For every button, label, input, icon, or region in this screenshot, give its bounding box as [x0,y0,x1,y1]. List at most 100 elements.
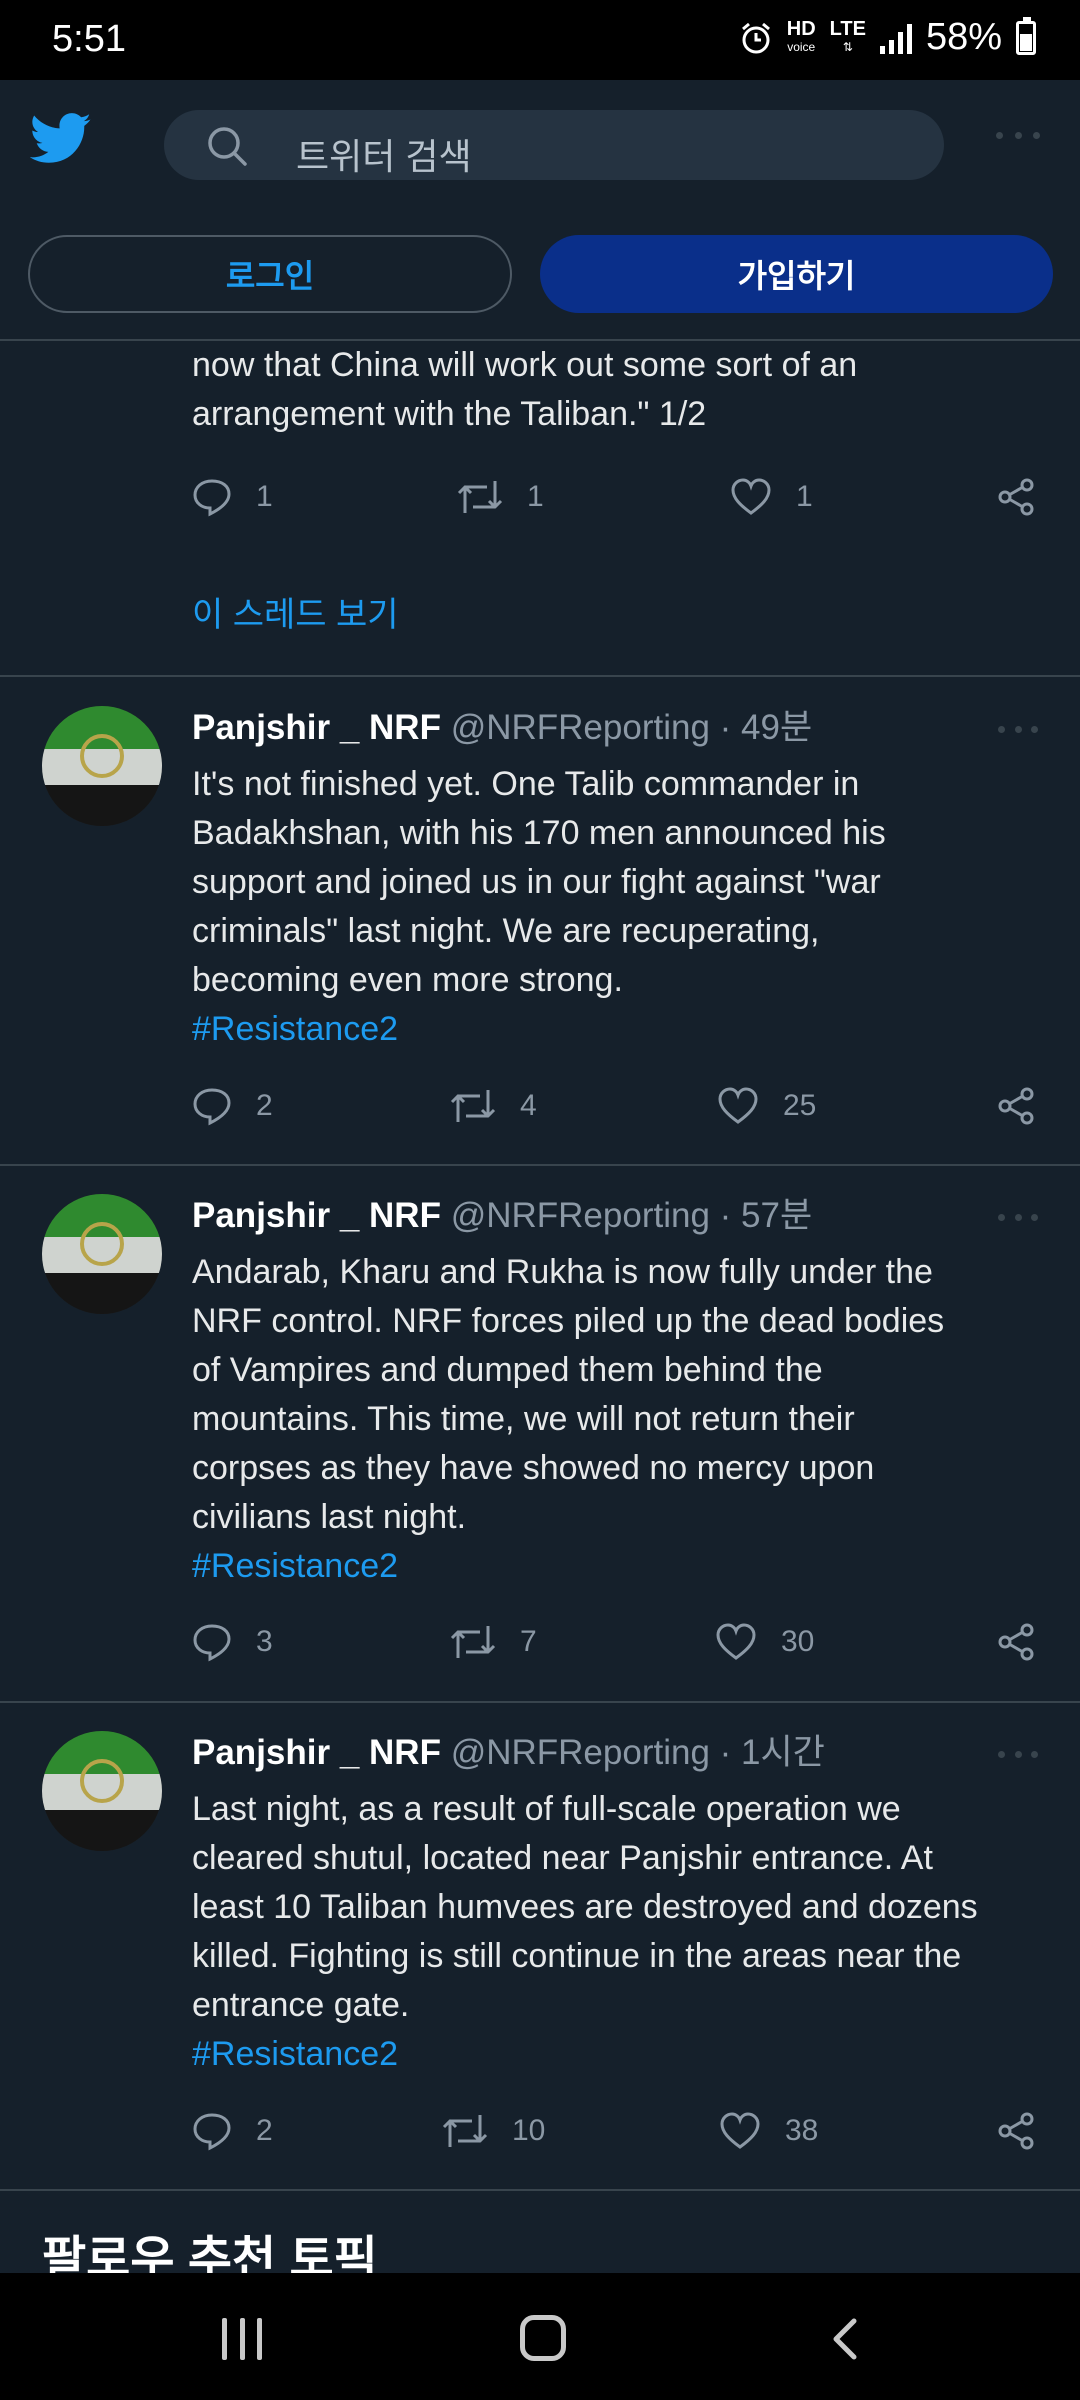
back-icon[interactable] [830,2317,860,2361]
author-name[interactable]: Panjshir _ NRF [192,708,441,747]
tweet-divider [0,1701,1080,1703]
share-button[interactable] [996,2111,1036,2151]
hashtag-link[interactable]: #Resistance2 [192,1005,1062,1054]
like-button[interactable]: 38 [719,2111,818,2151]
tweet-actions: 1 1 1 [192,477,1042,527]
author-handle[interactable]: @NRFReporting [451,1196,710,1235]
reply-count: 2 [256,1089,273,1122]
hashtag-link[interactable]: #Resistance2 [192,2030,1062,2079]
tweet-actions: 2 4 25 [192,1086,1042,1136]
tweet-body: It's not finished yet. One Talib command… [192,760,1062,1054]
tweet-text-line: Last night, as a result of full-scale op… [192,1790,901,1828]
author-name[interactable]: Panjshir _ NRF [192,1196,441,1235]
heart-icon [720,2112,760,2149]
tweet-actions: 3 7 30 [192,1622,1042,1672]
more-icon[interactable] [998,726,1038,733]
more-icon[interactable] [998,1751,1038,1758]
share-button[interactable] [996,1086,1036,1126]
top-header: 트위터 검색 로그인 가입하기 [0,80,1080,340]
continued-tweet-text[interactable]: now that China will work out some sort o… [192,341,1052,439]
tweet-text-line: criminals" last night. We are recuperati… [192,912,820,950]
status-bar: 5:51 HD voice LTE ⇅ 58% [0,0,1080,80]
reply-button[interactable]: 3 [192,1622,273,1662]
tweet[interactable]: Panjshir _ NRF @NRFReporting · 1시간 Last … [0,1731,1080,2191]
login-button[interactable]: 로그인 [28,235,512,313]
emblem-icon [80,1222,124,1266]
share-button[interactable] [996,1622,1036,1662]
emblem-icon [80,734,124,778]
retweet-button[interactable]: 4 [450,1086,537,1126]
tweet-text-line: becoming even more strong. [192,961,623,999]
like-button[interactable]: 25 [717,1086,816,1126]
like-count: 30 [781,1625,815,1658]
tweet-text-line: Badakhshan, with his 170 men announced h… [192,814,886,852]
battery-percent: 58% [925,16,1002,58]
tweet[interactable]: Panjshir _ NRF @NRFReporting · 57분 Andar… [0,1194,1080,1704]
reply-count: 1 [256,480,273,513]
hashtag-link[interactable]: #Resistance2 [192,1542,1062,1591]
retweet-icon [450,1626,496,1658]
like-button[interactable]: 30 [715,1622,814,1662]
avatar[interactable] [42,1731,162,1851]
search-icon [208,127,247,166]
lte-label: LTE [829,17,866,40]
topics-heading: 팔로우 추천 토픽 [42,2233,378,2273]
status-icons: HD voice LTE ⇅ 58% [739,16,1036,59]
heart-icon [716,1623,756,1660]
reply-icon [193,1088,231,1126]
lte-indicator: LTE ⇅ [829,17,866,56]
tweet-body: Andarab, Kharu and Rukha is now fully un… [192,1248,1062,1591]
retweet-icon [457,481,503,513]
share-icon [998,2112,1034,2150]
share-icon [998,1623,1034,1661]
avatar[interactable] [42,1194,162,1314]
reply-button[interactable]: 2 [192,2111,273,2151]
author-handle[interactable]: @NRFReporting [451,1733,710,1772]
recent-apps-icon[interactable] [222,2318,262,2360]
tweet-time: · 57분 [709,1196,813,1235]
reply-icon [193,1624,231,1662]
retweet-icon [442,2115,488,2147]
twitter-bird-icon[interactable] [30,113,92,165]
tweet-header: Panjshir _ NRF @NRFReporting · 57분 [192,1194,812,1238]
tweet-text-line: civilians last night. [192,1498,467,1536]
tweet-text-line: mountains. This time, we will not return… [192,1400,855,1438]
reply-icon [193,479,231,517]
tweet[interactable]: Panjshir _ NRF @NRFReporting · 49분 It's … [0,706,1080,1166]
author-name[interactable]: Panjshir _ NRF [192,1733,441,1772]
author-handle[interactable]: @NRFReporting [451,708,710,747]
system-nav-bar [0,2273,1080,2400]
tweet-header: Panjshir _ NRF @NRFReporting · 49분 [192,706,812,750]
search-placeholder: 트위터 검색 [296,136,472,177]
avatar[interactable] [42,706,162,826]
signup-button[interactable]: 가입하기 [540,235,1053,313]
reply-button[interactable]: 1 [192,477,273,517]
signal-icon [879,22,912,54]
tweet-text-line: corpses as they have showed no mercy upo… [192,1449,875,1487]
hd-voice-indicator: HD voice [787,19,816,56]
share-icon [998,478,1034,516]
more-icon[interactable] [998,1214,1038,1221]
tweet-header: Panjshir _ NRF @NRFReporting · 1시간 [192,1731,825,1775]
tweet-body: Last night, as a result of full-scale op… [192,1785,1062,2079]
emblem-icon [80,1759,124,1803]
like-button[interactable]: 1 [730,477,813,517]
retweet-button[interactable]: 7 [450,1622,537,1662]
like-count: 1 [796,480,813,513]
retweet-button[interactable]: 1 [457,477,544,517]
tweet-text-line: least 10 Taliban humvees are destroyed a… [192,1888,978,1926]
like-count: 25 [783,1089,817,1122]
retweet-button[interactable]: 10 [442,2111,545,2151]
tweet-text-line: NRF control. NRF forces piled up the dea… [192,1302,945,1340]
tweet-text-line: arrangement with the Taliban." 1/2 [192,395,707,433]
home-icon[interactable] [520,2315,566,2361]
retweet-count: 10 [512,2114,546,2147]
more-icon[interactable] [996,132,1040,140]
battery-icon [1016,16,1036,55]
share-button[interactable] [996,477,1036,517]
search-input[interactable]: 트위터 검색 [164,110,944,180]
tweet-divider [0,2189,1080,2191]
show-thread-link[interactable]: 이 스레드 보기 [192,587,399,636]
tweet-text-line: of Vampires and dumped them behind the [192,1351,823,1389]
reply-button[interactable]: 2 [192,1086,273,1126]
